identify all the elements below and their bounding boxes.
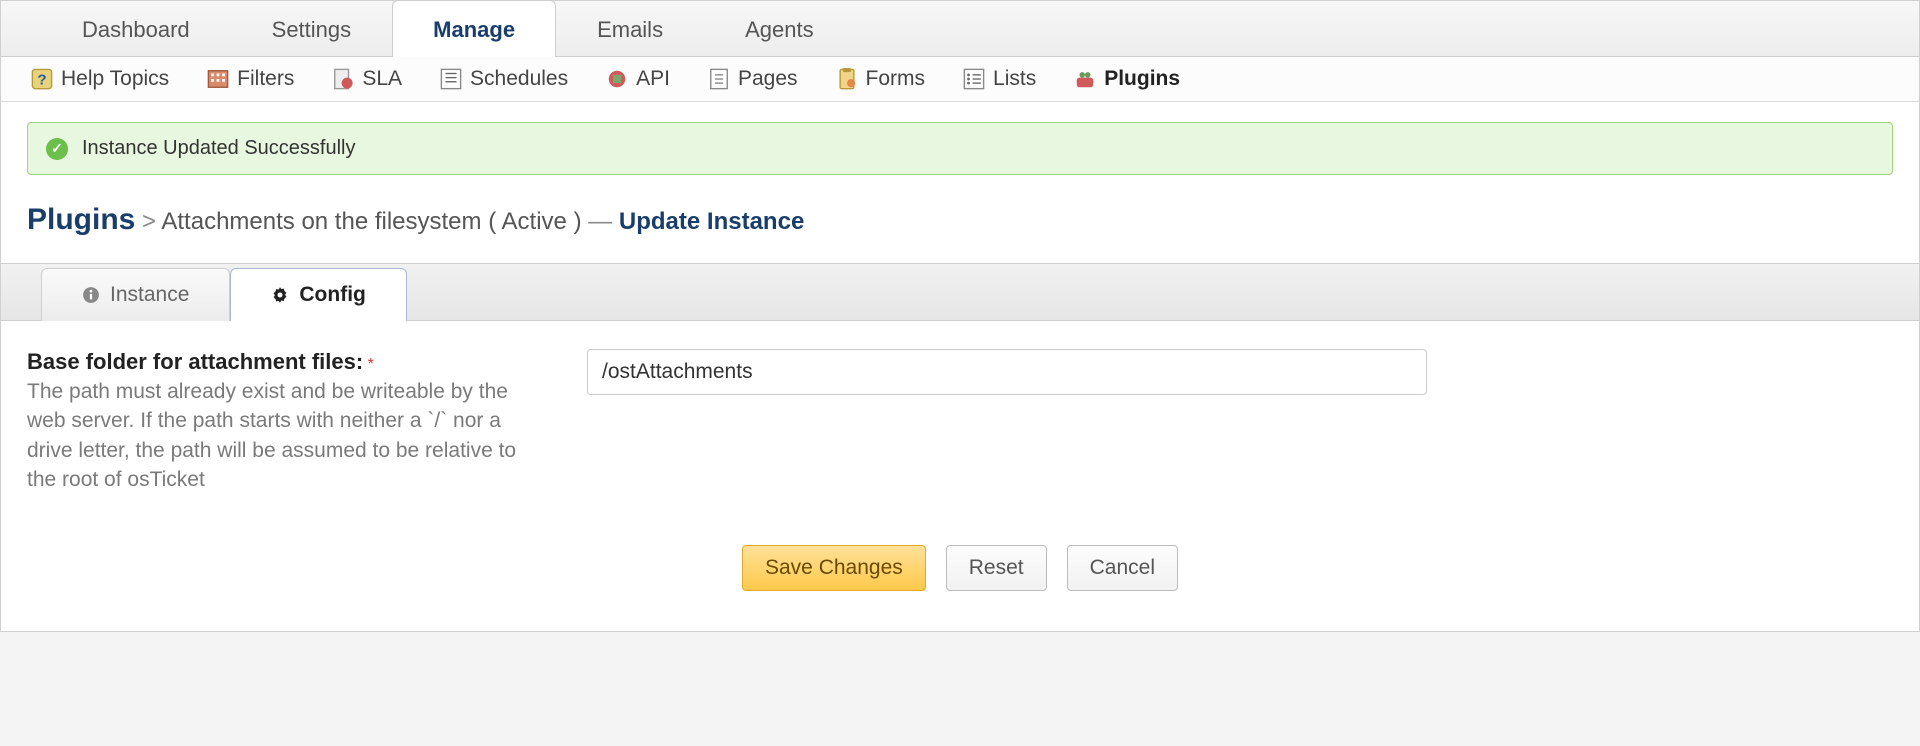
subnav-label: SLA <box>362 67 402 91</box>
tab-config-label: Config <box>299 283 365 307</box>
forms-icon <box>836 68 858 90</box>
subnav-help-topics[interactable]: ? Help Topics <box>31 67 169 91</box>
svg-text:?: ? <box>37 72 46 89</box>
breadcrumb-dash: — <box>588 208 612 235</box>
subnav-label: Forms <box>866 67 926 91</box>
lists-icon <box>963 68 985 90</box>
tab-agents[interactable]: Agents <box>704 0 855 57</box>
top-navigation: Dashboard Settings Manage Emails Agents <box>1 1 1919 57</box>
subnav-label: API <box>636 67 670 91</box>
api-icon <box>606 68 628 90</box>
subnav-lists[interactable]: Lists <box>963 67 1036 91</box>
tab-emails[interactable]: Emails <box>556 0 704 57</box>
subnav-schedules[interactable]: Schedules <box>440 67 568 91</box>
subnav-forms[interactable]: Forms <box>836 67 926 91</box>
content-tabs: Instance Config <box>1 263 1919 321</box>
breadcrumb-action: Update Instance <box>619 208 804 235</box>
subnav-api[interactable]: API <box>606 67 670 91</box>
config-form: Base folder for attachment files: * The … <box>27 321 1893 495</box>
info-icon <box>82 286 100 304</box>
field-label: Base folder for attachment files: <box>27 349 363 374</box>
sub-navigation: ? Help Topics Filters SLA Schedules API … <box>1 57 1919 102</box>
success-text: Instance Updated Successfully <box>82 137 356 160</box>
tab-manage[interactable]: Manage <box>392 0 556 57</box>
pages-icon <box>708 68 730 90</box>
tab-dashboard[interactable]: Dashboard <box>41 0 231 57</box>
breadcrumb-separator: > <box>142 208 156 235</box>
check-icon: ✓ <box>46 138 68 160</box>
subnav-label: Help Topics <box>61 67 169 91</box>
subnav-pages[interactable]: Pages <box>708 67 798 91</box>
required-mark: * <box>368 356 374 373</box>
subnav-label: Schedules <box>470 67 568 91</box>
save-button[interactable]: Save Changes <box>742 545 926 591</box>
subnav-label: Pages <box>738 67 798 91</box>
filters-icon <box>207 68 229 90</box>
subnav-filters[interactable]: Filters <box>207 67 294 91</box>
sla-icon <box>332 68 354 90</box>
subnav-label: Filters <box>237 67 294 91</box>
breadcrumb-status: ( Active ) <box>488 208 581 235</box>
tab-settings[interactable]: Settings <box>231 0 393 57</box>
field-help: The path must already exist and be write… <box>27 377 547 495</box>
help-topics-icon: ? <box>31 68 53 90</box>
tab-config[interactable]: Config <box>230 268 406 321</box>
plugins-icon <box>1074 68 1096 90</box>
schedules-icon <box>440 68 462 90</box>
success-message: ✓ Instance Updated Successfully <box>27 122 1893 175</box>
breadcrumb-title[interactable]: Plugins <box>27 203 135 236</box>
subnav-sla[interactable]: SLA <box>332 67 402 91</box>
cancel-button[interactable]: Cancel <box>1067 545 1178 591</box>
reset-button[interactable]: Reset <box>946 545 1047 591</box>
button-row: Save Changes Reset Cancel <box>27 545 1893 591</box>
breadcrumb: Plugins > Attachments on the filesystem … <box>27 203 1893 237</box>
gear-icon <box>271 286 289 304</box>
tab-instance[interactable]: Instance <box>41 268 230 321</box>
tab-instance-label: Instance <box>110 283 189 307</box>
subnav-label: Lists <box>993 67 1036 91</box>
breadcrumb-plugin-name: Attachments on the filesystem <box>161 208 481 235</box>
subnav-label: Plugins <box>1104 67 1180 91</box>
base-folder-input[interactable] <box>587 349 1427 395</box>
subnav-plugins[interactable]: Plugins <box>1074 67 1180 91</box>
